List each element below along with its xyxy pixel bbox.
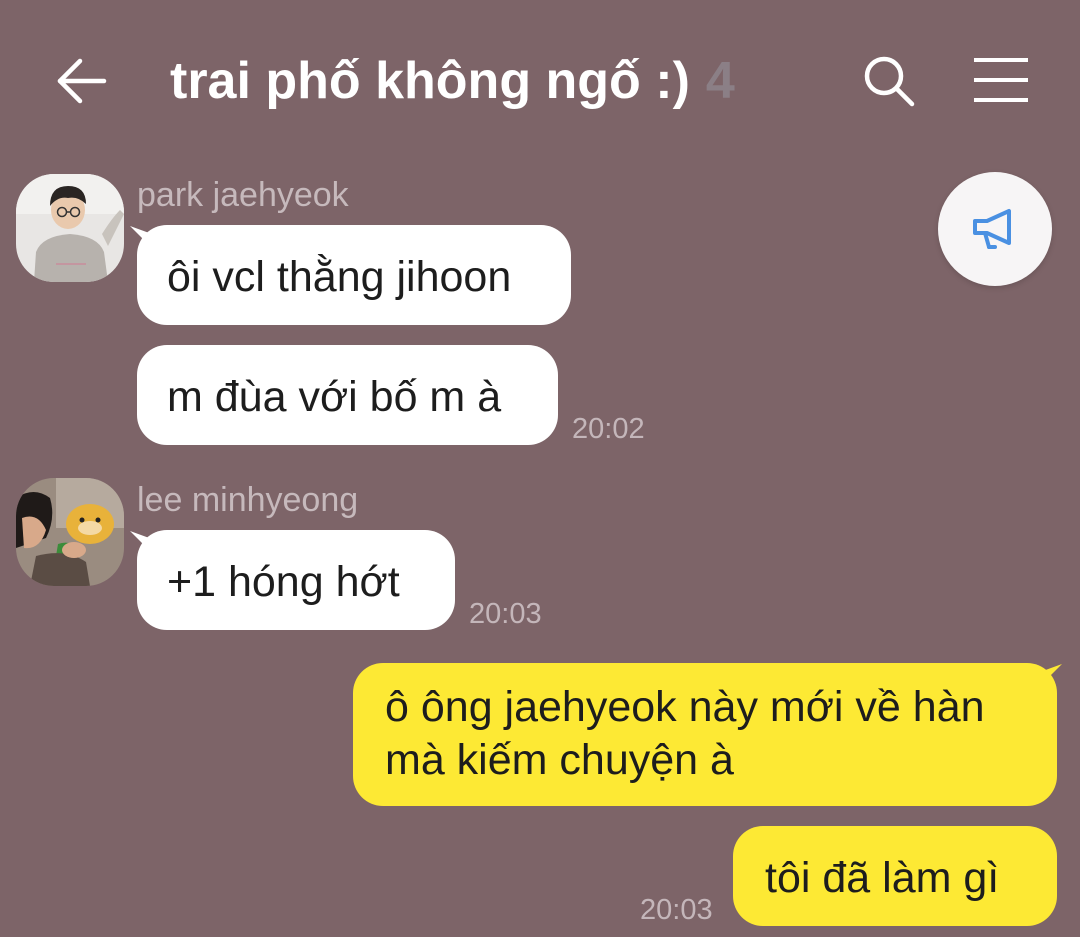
message-text: +1 hóng hớt — [167, 558, 400, 606]
message-bubble[interactable]: m đùa với bố m à — [137, 345, 558, 445]
message-text-line: mà kiếm chuyện à — [385, 736, 734, 784]
message-timestamp: 20:03 — [640, 894, 713, 926]
megaphone-icon — [973, 209, 1011, 249]
notice-button[interactable] — [938, 172, 1052, 286]
message-bubble[interactable]: ô ông jaehyeok này mới về hàn mà kiếm ch… — [353, 663, 1057, 806]
sender-name: lee minhyeong — [137, 481, 359, 519]
search-button[interactable] — [860, 52, 918, 110]
message-bubble[interactable]: ôi vcl thằng jihoon — [137, 225, 571, 325]
message-text: tôi đã làm gì — [765, 854, 1000, 902]
chat-title: trai phố không ngố :) 4 — [170, 46, 735, 116]
member-count: 4 — [705, 52, 735, 110]
arrow-left-icon — [57, 58, 107, 104]
message-text: ôi vcl thằng jihoon — [167, 253, 512, 301]
chat-header: trai phố không ngố :) 4 — [0, 0, 1080, 160]
message-bubble[interactable]: tôi đã làm gì — [733, 826, 1057, 926]
avatar-park-jaehyeok[interactable] — [16, 174, 124, 282]
hamburger-menu-icon — [974, 58, 1028, 102]
back-button[interactable] — [52, 52, 110, 110]
message-timestamp: 20:02 — [572, 413, 645, 445]
message-text: m đùa với bố m à — [167, 373, 502, 421]
sender-name: park jaehyeok — [137, 176, 349, 214]
avatar-lee-minhyeong[interactable] — [16, 478, 124, 586]
message-text-line: ô ông jaehyeok này mới về hàn — [385, 683, 985, 731]
search-icon — [864, 56, 915, 107]
chat-title-text: trai phố không ngố :) — [170, 52, 690, 110]
message-timestamp: 20:03 — [469, 598, 542, 630]
message-bubble[interactable]: +1 hóng hớt — [137, 530, 455, 630]
menu-button[interactable] — [970, 52, 1032, 110]
